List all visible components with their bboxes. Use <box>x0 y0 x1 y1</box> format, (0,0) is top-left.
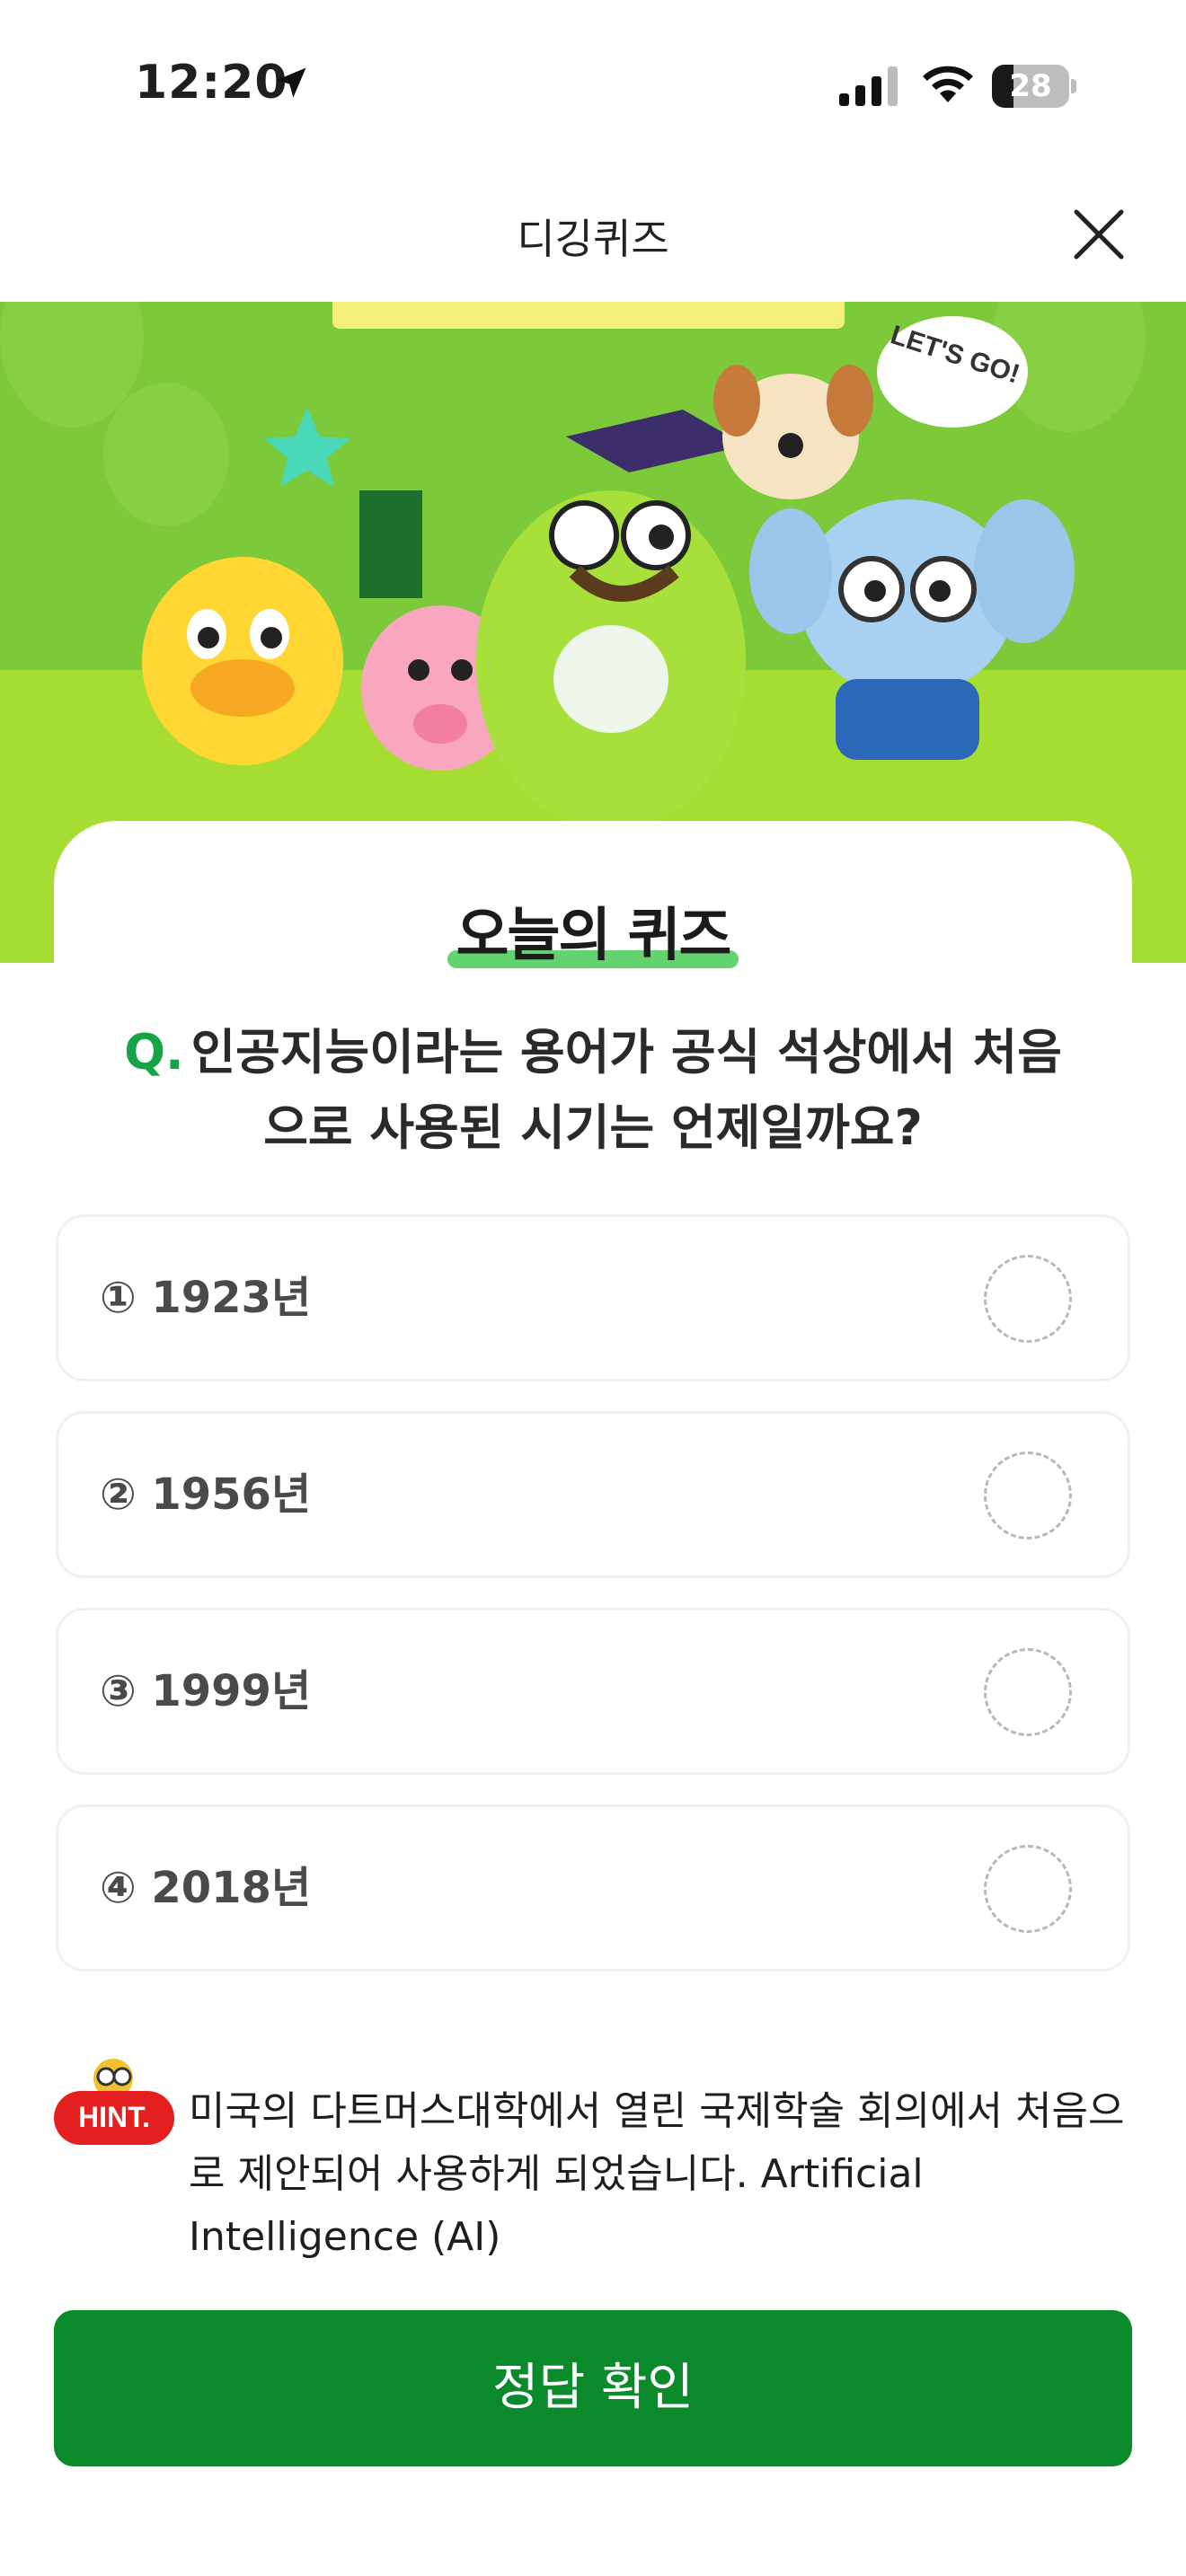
question-text: Q. 인공지능이라는 용어가 공식 석상에서 처음으로 사용된 시기는 언제일까요… <box>108 1015 1078 1166</box>
location-arrow-icon <box>276 67 306 98</box>
answer-option-4[interactable]: ④ 2018년 <box>56 1804 1130 1972</box>
check-answer-button[interactable]: 정답 확인 <box>54 2310 1132 2466</box>
radio-circle-icon[interactable] <box>984 1255 1072 1343</box>
radio-circle-icon[interactable] <box>984 1648 1072 1736</box>
close-icon[interactable] <box>1067 203 1130 266</box>
answer-option-label: ② 1956년 <box>100 1469 312 1520</box>
battery-level: 28 <box>1009 68 1052 104</box>
answer-option-label: ④ 2018년 <box>100 1863 312 1913</box>
hint-badge-icon: HINT. <box>54 2059 174 2145</box>
question-prefix: Q. <box>124 1024 184 1081</box>
quiz-title: 오늘의 퀴즈 <box>0 889 1186 972</box>
status-time: 12:20 <box>135 56 288 110</box>
answer-option-3[interactable]: ③ 1999년 <box>56 1608 1130 1775</box>
page-title: 디깅퀴즈 <box>517 215 669 263</box>
answer-option-label: ③ 1999년 <box>100 1666 312 1716</box>
answer-option-1[interactable]: ① 1923년 <box>56 1214 1130 1381</box>
battery-icon: 28 <box>992 65 1078 108</box>
hint-text: 미국의 다트머스대학에서 열린 국제학술 회의에서 처음으로 제안되어 사용하게… <box>189 2088 1125 2260</box>
nav-bar: 디깅퀴즈 <box>0 171 1186 302</box>
answer-option-label: ① 1923년 <box>100 1273 312 1323</box>
status-bar: 12:20 28 <box>0 0 1186 171</box>
radio-circle-icon[interactable] <box>984 1845 1072 1933</box>
radio-circle-icon[interactable] <box>984 1451 1072 1539</box>
cellular-signal-icon <box>839 66 898 106</box>
question-body: 인공지능이라는 용어가 공식 석상에서 처음으로 사용된 시기는 언제일까요? <box>190 1024 1062 1156</box>
answer-option-2[interactable]: ② 1956년 <box>56 1411 1130 1578</box>
wifi-icon <box>923 66 973 102</box>
hint-badge-text: HINT. <box>78 2101 150 2133</box>
